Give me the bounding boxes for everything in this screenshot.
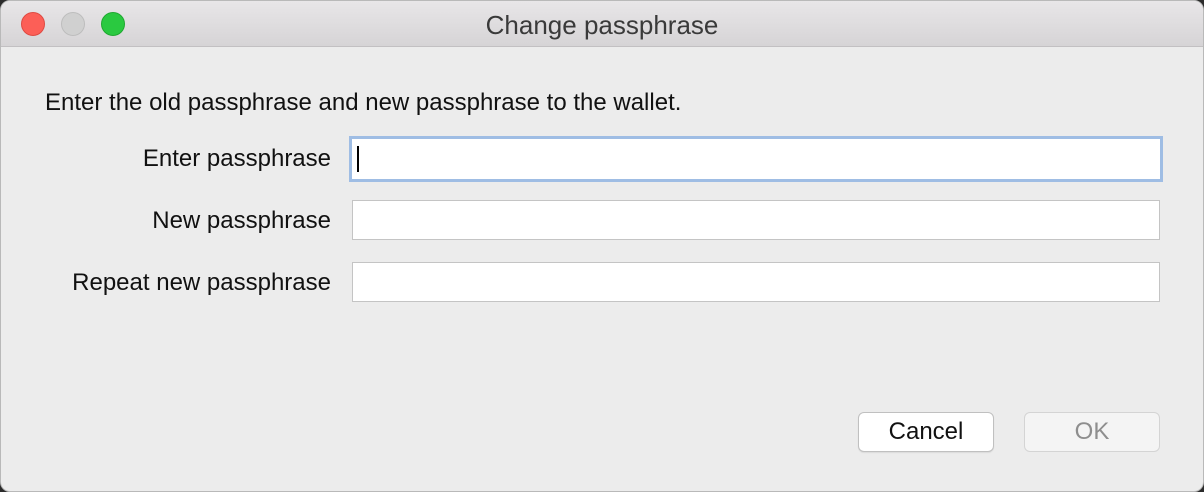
window-title: Change passphrase (485, 10, 719, 40)
new-passphrase-input[interactable] (352, 200, 1160, 240)
ok-button[interactable]: OK (1024, 412, 1160, 452)
cancel-button[interactable]: Cancel (858, 412, 994, 452)
new-passphrase-label: New passphrase (152, 207, 331, 234)
repeat-new-passphrase-label: Repeat new passphrase (72, 269, 331, 296)
enter-passphrase-label: Enter passphrase (142, 145, 331, 172)
instructions-text: Enter the old passphrase and new passphr… (45, 89, 682, 116)
enter-passphrase-input[interactable] (349, 136, 1163, 182)
change-passphrase-dialog: Change passphrase Enter the old passphra… (0, 0, 1204, 492)
repeat-new-passphrase-input[interactable] (352, 262, 1160, 302)
text-caret (357, 146, 359, 172)
title-bar[interactable]: Change passphrase (1, 1, 1203, 47)
